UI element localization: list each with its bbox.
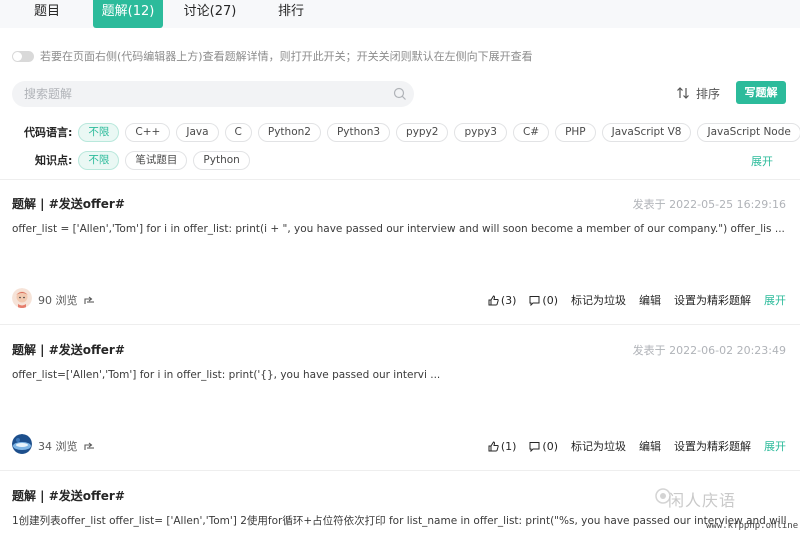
avatar[interactable] [12,434,32,454]
watermark-text: 闲人庆语 [668,491,737,510]
solution-excerpt[interactable]: offer_list=['Allen','Tom'] for i in offe… [12,369,788,381]
expand-filters-link[interactable]: 展开 [751,153,773,169]
like-count: (1) [500,439,517,453]
comment-icon [529,295,540,306]
share-icon[interactable] [83,441,95,451]
edit-button[interactable]: 编辑 [639,438,661,454]
like-button[interactable]: (3) [488,293,517,307]
language-chip-any[interactable]: 不限 [78,122,120,142]
language-chip-java[interactable]: Java [176,122,219,142]
search-icon[interactable] [393,87,407,101]
topic-filter-label: 知识点: [35,154,73,167]
search-box [12,81,414,107]
view-count-text: 34 浏览 [38,440,78,453]
feature-button[interactable]: 设置为精彩题解 [674,438,751,454]
solution-date: 发表于 2022-06-02 20:23:49 [632,344,786,357]
thumbs-up-icon [488,294,499,305]
language-chip-csharp[interactable]: C# [512,122,550,142]
language-filter-label: 代码语言: [24,126,73,139]
language-chip-pypy2[interactable]: pypy2 [396,122,449,142]
solution-title[interactable]: 题解 | #发送offer# [12,195,125,212]
write-solution-button[interactable]: 写题解 [736,81,786,104]
language-chip-javascript-v8[interactable]: JavaScript V8 [601,122,692,142]
comment-icon [529,441,540,452]
divider [0,324,800,325]
solution-title[interactable]: 题解 | #发送offer# [12,341,125,358]
view-count-text: 90 浏览 [38,294,78,307]
divider [0,179,800,180]
view-count: 34 浏览 [38,438,95,454]
like-count: (3) [500,293,517,307]
view-mode-toggle-row: 若要在页面右侧(代码编辑器上方)查看题解详情，则打开此开关；开关关闭则默认在左侧… [12,48,533,64]
tab-ranking[interactable]: 排行 [268,0,314,28]
topic-filter: 知识点: 不限 笔试题目 Python [35,150,256,170]
sort-icon [677,87,689,99]
watermark-url: www.kfpphp.online [706,521,799,531]
share-icon[interactable] [83,295,95,305]
comment-button[interactable]: (0) [529,294,558,307]
avatar-image [12,288,32,308]
search-input[interactable] [24,84,384,104]
comment-count: (0) [542,439,558,453]
language-chip-pypy3[interactable]: pypy3 [454,122,507,142]
avatar-image [12,434,32,454]
view-mode-toggle[interactable] [12,50,34,62]
divider [0,470,800,471]
language-chip-javascript-node[interactable]: JavaScript Node [697,122,800,142]
tab-solutions[interactable]: 题解(12) [93,0,163,28]
tab-bar: 题目 题解(12) 讨论(27) 排行 [0,0,800,28]
language-chip-cpp[interactable]: C++ [125,122,171,142]
solution-card: 题解 | #发送offer# 发表于 2022-05-25 16:29:16 o… [0,195,800,323]
toggle-description: 若要在页面右侧(代码编辑器上方)查看题解详情，则打开此开关；开关关闭则默认在左侧… [40,50,533,63]
language-filter: 代码语言: 不限 C++ Java C Python2 Python3 pypy… [24,122,800,142]
mark-spam-button[interactable]: 标记为垃圾 [571,438,626,454]
solution-actions: (3) (0) 标记为垃圾 编辑 设置为精彩题解 展开 [475,292,786,308]
solution-actions: (1) (0) 标记为垃圾 编辑 设置为精彩题解 展开 [475,438,786,454]
expand-button[interactable]: 展开 [764,438,786,454]
solution-date: 发表于 2022-05-25 16:29:16 [632,198,786,211]
thumbs-up-icon [488,440,499,451]
comment-button[interactable]: (0) [529,440,558,453]
sort-button[interactable]: 排序 [676,84,720,102]
expand-button[interactable]: 展开 [764,292,786,308]
mark-spam-button[interactable]: 标记为垃圾 [571,292,626,308]
solution-excerpt[interactable]: offer_list = ['Allen','Tom'] for i in of… [12,223,788,235]
edit-button[interactable]: 编辑 [639,292,661,308]
language-chip-php[interactable]: PHP [555,122,596,142]
language-chip-python3[interactable]: Python3 [326,122,391,142]
like-button[interactable]: (1) [488,439,517,453]
tab-problem[interactable]: 题目 [22,0,72,28]
solution-title[interactable]: 题解 | #发送offer# [12,487,125,504]
topic-chip-written-test[interactable]: 笔试题目 [125,150,188,170]
solution-card: 题解 | #发送offer# 发表于 2022-06-02 20:23:49 o… [0,341,800,469]
avatar[interactable] [12,288,32,308]
topic-chip-python[interactable]: Python [193,150,250,170]
topic-chip-any[interactable]: 不限 [78,150,120,170]
language-chip-python2[interactable]: Python2 [257,122,321,142]
comment-count: (0) [542,293,558,307]
language-chip-c[interactable]: C [224,122,252,142]
view-count: 90 浏览 [38,292,95,308]
feature-button[interactable]: 设置为精彩题解 [674,292,751,308]
sort-label: 排序 [696,86,721,101]
tab-discussion[interactable]: 讨论(27) [176,0,244,28]
